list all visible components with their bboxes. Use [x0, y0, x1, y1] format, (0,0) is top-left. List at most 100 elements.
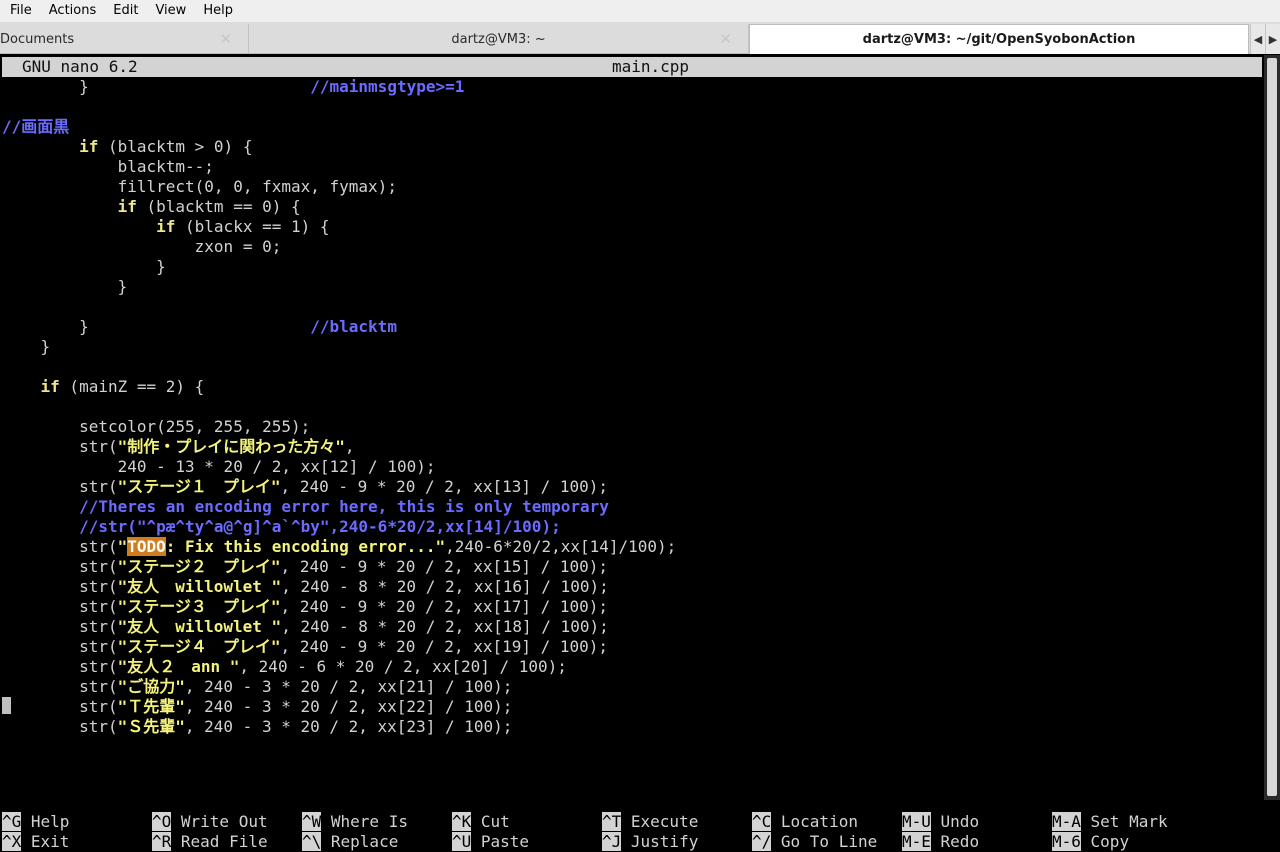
- code-line: if (blacktm == 0) {: [2, 197, 676, 217]
- shortcut-label: Replace: [321, 832, 399, 851]
- code-line: } //blacktm: [2, 317, 676, 337]
- menu-edit[interactable]: Edit: [104, 0, 146, 22]
- code-token: "Ｓ先輩": [117, 717, 185, 736]
- menu-actions[interactable]: Actions: [40, 0, 105, 22]
- code-line: //画面黒: [2, 117, 676, 137]
- shortcut-key: ^O: [152, 812, 172, 831]
- nano-title-bar: GNU nano 6.2 main.cpp: [2, 57, 1262, 77]
- shortcut-replace[interactable]: ^\ Replace: [302, 832, 398, 852]
- code-token: : Fix this encoding error...": [165, 537, 446, 556]
- menu-file[interactable]: File: [0, 0, 40, 22]
- menu-help[interactable]: Help: [194, 0, 241, 22]
- code-line: //Theres an encoding error here, this is…: [2, 497, 676, 517]
- code-line: if (blacktm > 0) {: [2, 137, 676, 157]
- shortcut-read-file[interactable]: ^R Read File: [152, 832, 268, 852]
- code-token: "制作・プレイに関わった方々": [117, 437, 345, 456]
- chevron-right-icon[interactable]: ▶: [1265, 24, 1280, 54]
- code-line: fillrect(0, 0, fxmax, fymax);: [2, 177, 676, 197]
- code-token: str(: [2, 657, 118, 676]
- code-token: "友人 willowlet ": [117, 617, 282, 636]
- shortcut-label: Read File: [171, 832, 268, 851]
- code-token: }: [2, 337, 51, 356]
- shortcut-key: ^/: [752, 832, 772, 851]
- shortcut-label: Where Is: [321, 812, 408, 831]
- shortcut-key: ^K: [452, 812, 472, 831]
- code-token: //画面黒: [2, 117, 70, 136]
- code-token: ,: [344, 437, 355, 456]
- code-line: zxon = 0;: [2, 237, 676, 257]
- shortcut-key: M-A: [1052, 812, 1081, 831]
- code-line: str("ご協力", 240 - 3 * 20 / 2, xx[21] / 10…: [2, 677, 676, 697]
- tab-label: dartz@VM3: ~: [451, 31, 546, 47]
- terminal-view[interactable]: GNU nano 6.2 main.cpp } //mainmsgtype>=1…: [0, 55, 1280, 851]
- shortcut-help[interactable]: ^G Help: [2, 812, 69, 832]
- close-icon[interactable]: ✕: [219, 30, 232, 48]
- code-token: }: [2, 277, 128, 296]
- code-token: fillrect(0, 0, fxmax, fymax);: [2, 177, 397, 196]
- shortcut-write-out[interactable]: ^O Write Out: [152, 812, 268, 832]
- chevron-left-icon[interactable]: ◀: [1250, 24, 1265, 54]
- shortcut-key: M-6: [1052, 832, 1081, 851]
- code-token: blacktm--;: [2, 157, 214, 176]
- shortcut-copy[interactable]: M-6 Copy: [1052, 832, 1129, 852]
- code-token: "Ｔ先輩": [117, 697, 185, 716]
- shortcut-go-to-line[interactable]: ^/ Go To Line: [752, 832, 877, 852]
- file-name: main.cpp: [612, 57, 690, 76]
- shortcut-set-mark[interactable]: M-A Set Mark: [1052, 812, 1168, 832]
- shortcut-key: ^C: [752, 812, 772, 831]
- code-editor[interactable]: } //mainmsgtype>=1 //画面黒 if (blacktm > 0…: [2, 77, 676, 737]
- shortcut-execute[interactable]: ^T Execute: [602, 812, 698, 832]
- code-token: //Theres an encoding error here, this is…: [79, 497, 609, 516]
- code-token: , 240 - 9 * 20 / 2, xx[19] / 100);: [280, 637, 609, 656]
- code-token: ": [117, 537, 128, 556]
- code-token: "ステージ１ プレイ": [117, 477, 281, 496]
- code-line: str("Ｓ先輩", 240 - 3 * 20 / 2, xx[23] / 10…: [2, 717, 676, 737]
- code-line: }: [2, 337, 676, 357]
- shortcut-label: Execute: [621, 812, 699, 831]
- tab-home-terminal[interactable]: dartz@VM3: ~ ✕: [249, 24, 749, 54]
- shortcut-exit[interactable]: ^X Exit: [2, 832, 69, 852]
- code-line: str("友人 willowlet ", 240 - 8 * 20 / 2, x…: [2, 577, 676, 597]
- menu-view[interactable]: View: [146, 0, 194, 22]
- shortcut-undo[interactable]: M-U Undo: [902, 812, 979, 832]
- code-token: str(: [2, 717, 118, 736]
- shortcut-justify[interactable]: ^J Justify: [602, 832, 698, 852]
- code-token: 240 - 13 * 20 / 2, xx[12] / 100);: [2, 457, 436, 476]
- close-icon[interactable]: ✕: [719, 30, 732, 48]
- code-line: }: [2, 277, 676, 297]
- shortcut-redo[interactable]: M-E Redo: [902, 832, 979, 852]
- shortcut-where-is[interactable]: ^W Where Is: [302, 812, 408, 832]
- code-token: , 240 - 3 * 20 / 2, xx[22] / 100);: [184, 697, 513, 716]
- tab-opensyobon-terminal[interactable]: dartz@VM3: ~/git/OpenSyobonAction: [749, 24, 1249, 54]
- scrollbar-thumb[interactable]: [1267, 58, 1277, 796]
- code-token: str(: [2, 537, 118, 556]
- code-token: str(: [2, 697, 118, 716]
- code-token: if: [156, 217, 176, 236]
- shortcut-key: ^T: [602, 812, 622, 831]
- code-line: str("制作・プレイに関わった方々",: [2, 437, 676, 457]
- shortcut-key: ^U: [452, 832, 472, 851]
- shortcut-key: ^\: [302, 832, 322, 851]
- code-token: "ご協力": [117, 677, 185, 696]
- shortcut-paste[interactable]: ^U Paste: [452, 832, 529, 852]
- shortcut-location[interactable]: ^C Location: [752, 812, 858, 832]
- shortcut-label: Help: [21, 812, 70, 831]
- code-line: str("ステージ１ プレイ", 240 - 9 * 20 / 2, xx[13…: [2, 477, 676, 497]
- code-token: , 240 - 3 * 20 / 2, xx[21] / 100);: [184, 677, 513, 696]
- shortcut-label: Redo: [930, 832, 980, 851]
- code-token: str(: [2, 637, 118, 656]
- code-line: str("TODO: Fix this encoding error...",2…: [2, 537, 676, 557]
- shortcut-cut[interactable]: ^K Cut: [452, 812, 510, 832]
- code-token: "ステージ４ プレイ": [117, 637, 281, 656]
- code-line: }: [2, 257, 676, 277]
- tab-documents[interactable]: Documents ✕: [0, 24, 249, 54]
